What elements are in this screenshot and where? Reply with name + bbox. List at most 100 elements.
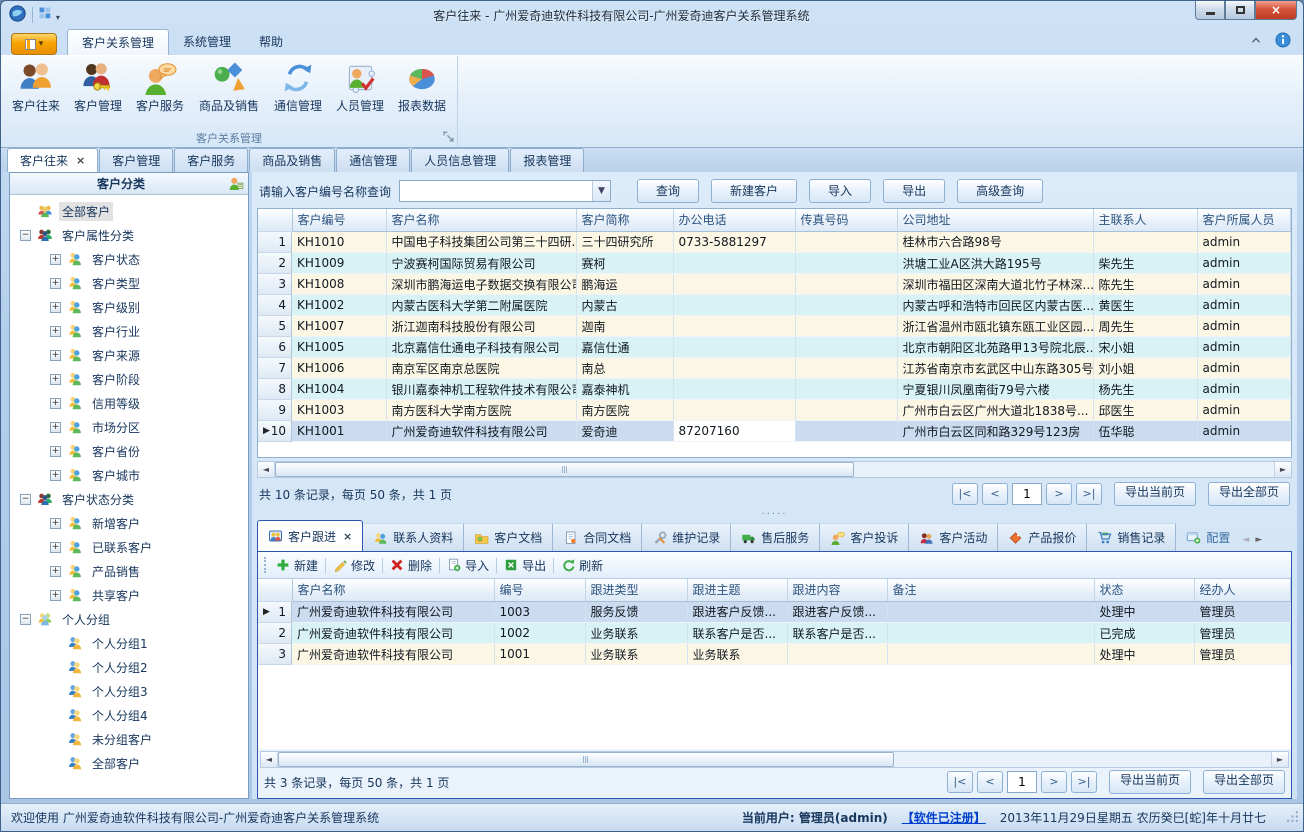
scroll-tabs-left-icon[interactable]: ◄: [1242, 535, 1249, 545]
detail-tab[interactable]: 客户跟进×: [257, 520, 363, 551]
ribbon-button[interactable]: 客户服务: [129, 58, 191, 130]
export-current-page-button[interactable]: 导出当前页: [1109, 770, 1191, 794]
tree-item[interactable]: +客户状态: [16, 247, 248, 271]
column-header[interactable]: 传真号码: [795, 209, 897, 231]
tree-item[interactable]: +产品销售: [16, 559, 248, 583]
column-header[interactable]: 客户所属人员: [1197, 209, 1291, 231]
expand-node-icon[interactable]: +: [50, 542, 61, 553]
delete-button[interactable]: 删除: [390, 557, 432, 574]
column-header[interactable]: 备注: [887, 579, 1094, 601]
tree-item[interactable]: 未分组客户: [16, 727, 248, 751]
table-row[interactable]: 5KH1007浙江迦南科技股份有限公司迦南浙江省温州市瓯北镇东瓯工业区园...周…: [258, 316, 1291, 337]
column-header[interactable]: 经办人: [1194, 579, 1291, 601]
new-customer-button[interactable]: 新建客户: [711, 179, 797, 203]
table-row[interactable]: 3KH1008深圳市鹏海运电子数据交换有限公司鹏海运深圳市福田区深南大道北竹子林…: [258, 274, 1291, 295]
tree-item[interactable]: −客户属性分类: [16, 223, 248, 247]
table-row[interactable]: 7KH1006南京军区南京总医院南总江苏省南京市玄武区中山东路305号刘小姐ad…: [258, 358, 1291, 379]
resize-grip-icon[interactable]: [1286, 810, 1299, 826]
last-page-button[interactable]: >|: [1071, 771, 1097, 793]
document-tab[interactable]: 客户管理: [99, 148, 173, 172]
table-row[interactable]: 9KH1003南方医科大学南方医院南方医院广州市白云区广州大道北1838号...…: [258, 400, 1291, 421]
panel-splitter[interactable]: ·····: [257, 508, 1292, 520]
column-header[interactable]: 主联系人: [1093, 209, 1197, 231]
tree-item[interactable]: 个人分组1: [16, 631, 248, 655]
table-row[interactable]: 2KH1009宁波赛柯国际贸易有限公司赛柯洪塘工业A区洪大路195号柴先生adm…: [258, 253, 1291, 274]
page-number-input[interactable]: [1007, 771, 1037, 793]
detail-tab[interactable]: 客户文档: [464, 523, 553, 551]
document-tab[interactable]: 客户往来×: [7, 148, 98, 172]
scrollbar-thumb[interactable]: [278, 752, 894, 767]
tree-item[interactable]: +客户类型: [16, 271, 248, 295]
ribbon-button[interactable]: 商品及销售: [191, 58, 267, 130]
tree-item[interactable]: +客户阶段: [16, 367, 248, 391]
first-page-button[interactable]: |<: [947, 771, 973, 793]
quick-access-icon[interactable]: ▾: [39, 7, 60, 23]
next-page-button[interactable]: >: [1046, 483, 1072, 505]
tree-item[interactable]: −个人分组: [16, 607, 248, 631]
followup-grid-hscrollbar[interactable]: ◄ ►: [260, 751, 1289, 768]
export-all-pages-button[interactable]: 导出全部页: [1208, 482, 1290, 506]
refresh-button[interactable]: 刷新: [561, 557, 603, 574]
tree-item[interactable]: 个人分组2: [16, 655, 248, 679]
export-button[interactable]: 导出: [504, 557, 546, 574]
detail-tab[interactable]: 客户活动: [909, 523, 998, 551]
expand-node-icon[interactable]: +: [50, 422, 61, 433]
column-header[interactable]: 跟进内容: [787, 579, 887, 601]
collapse-node-icon[interactable]: −: [20, 230, 31, 241]
expand-node-icon[interactable]: +: [50, 446, 61, 457]
column-header[interactable]: 跟进类型: [585, 579, 687, 601]
expand-node-icon[interactable]: +: [50, 254, 61, 265]
tree-item[interactable]: 全部客户: [16, 199, 248, 223]
scroll-right-icon[interactable]: ►: [1274, 462, 1291, 477]
tree-item[interactable]: +信用等级: [16, 391, 248, 415]
column-header[interactable]: 状态: [1094, 579, 1194, 601]
help-info-icon[interactable]: [1275, 32, 1291, 51]
ribbon-button[interactable]: 客户往来: [5, 58, 67, 130]
close-button[interactable]: ×: [1255, 1, 1297, 20]
tree-item[interactable]: 个人分组4: [16, 703, 248, 727]
table-row[interactable]: 3广州爱奇迪软件科技有限公司1001业务联系业务联系处理中管理员: [258, 644, 1291, 665]
scroll-left-icon[interactable]: ◄: [261, 752, 278, 767]
column-header[interactable]: 公司地址: [897, 209, 1093, 231]
application-menu-button[interactable]: ▾: [11, 33, 57, 55]
column-header[interactable]: 编号: [494, 579, 585, 601]
prev-page-button[interactable]: <: [977, 771, 1003, 793]
column-header[interactable]: 客户名称: [292, 579, 494, 601]
minimize-button[interactable]: [1195, 1, 1225, 20]
detail-tab[interactable]: 合同文档: [553, 523, 642, 551]
modify-button[interactable]: 修改: [333, 557, 375, 574]
tree-item[interactable]: +客户级别: [16, 295, 248, 319]
tree-item[interactable]: +客户城市: [16, 463, 248, 487]
column-header[interactable]: 客户名称: [386, 209, 576, 231]
import-button[interactable]: 导入: [447, 557, 489, 574]
tree-item[interactable]: +新增客户: [16, 511, 248, 535]
column-header[interactable]: 客户编号: [292, 209, 386, 231]
tree-item[interactable]: +客户来源: [16, 343, 248, 367]
last-page-button[interactable]: >|: [1076, 483, 1102, 505]
table-row[interactable]: 6KH1005北京嘉信仕通电子科技有限公司嘉信仕通北京市朝阳区北苑路甲13号院北…: [258, 337, 1291, 358]
tree-item[interactable]: −客户状态分类: [16, 487, 248, 511]
detail-tab[interactable]: 产品报价: [998, 523, 1087, 551]
advanced-query-button[interactable]: 高级查询: [957, 179, 1043, 203]
close-tab-icon[interactable]: ×: [343, 530, 352, 543]
scroll-tabs-right-icon[interactable]: ►: [1255, 535, 1262, 545]
ribbon-button[interactable]: 通信管理: [267, 58, 329, 130]
scroll-left-icon[interactable]: ◄: [258, 462, 275, 477]
tree-item[interactable]: +市场分区: [16, 415, 248, 439]
query-button[interactable]: 查询: [637, 179, 699, 203]
table-row[interactable]: ▶1广州爱奇迪软件科技有限公司1003服务反馈跟进客户反馈...跟进客户反馈..…: [258, 601, 1291, 623]
document-tab[interactable]: 客户服务: [174, 148, 248, 172]
maximize-button[interactable]: [1225, 1, 1255, 20]
ribbon-button[interactable]: 人员管理: [329, 58, 391, 130]
detail-tab[interactable]: 联系人资料: [363, 523, 464, 551]
new-button[interactable]: 新建: [276, 557, 318, 574]
document-tab[interactable]: 商品及销售: [249, 148, 335, 172]
expand-node-icon[interactable]: +: [50, 518, 61, 529]
ribbon-tab[interactable]: 系统管理: [169, 29, 245, 55]
prev-page-button[interactable]: <: [982, 483, 1008, 505]
tree-settings-icon[interactable]: [228, 175, 244, 193]
tree-item[interactable]: +客户省份: [16, 439, 248, 463]
combobox-dropdown-icon[interactable]: ▼: [592, 181, 610, 201]
export-current-page-button[interactable]: 导出当前页: [1114, 482, 1196, 506]
collapse-node-icon[interactable]: −: [20, 614, 31, 625]
